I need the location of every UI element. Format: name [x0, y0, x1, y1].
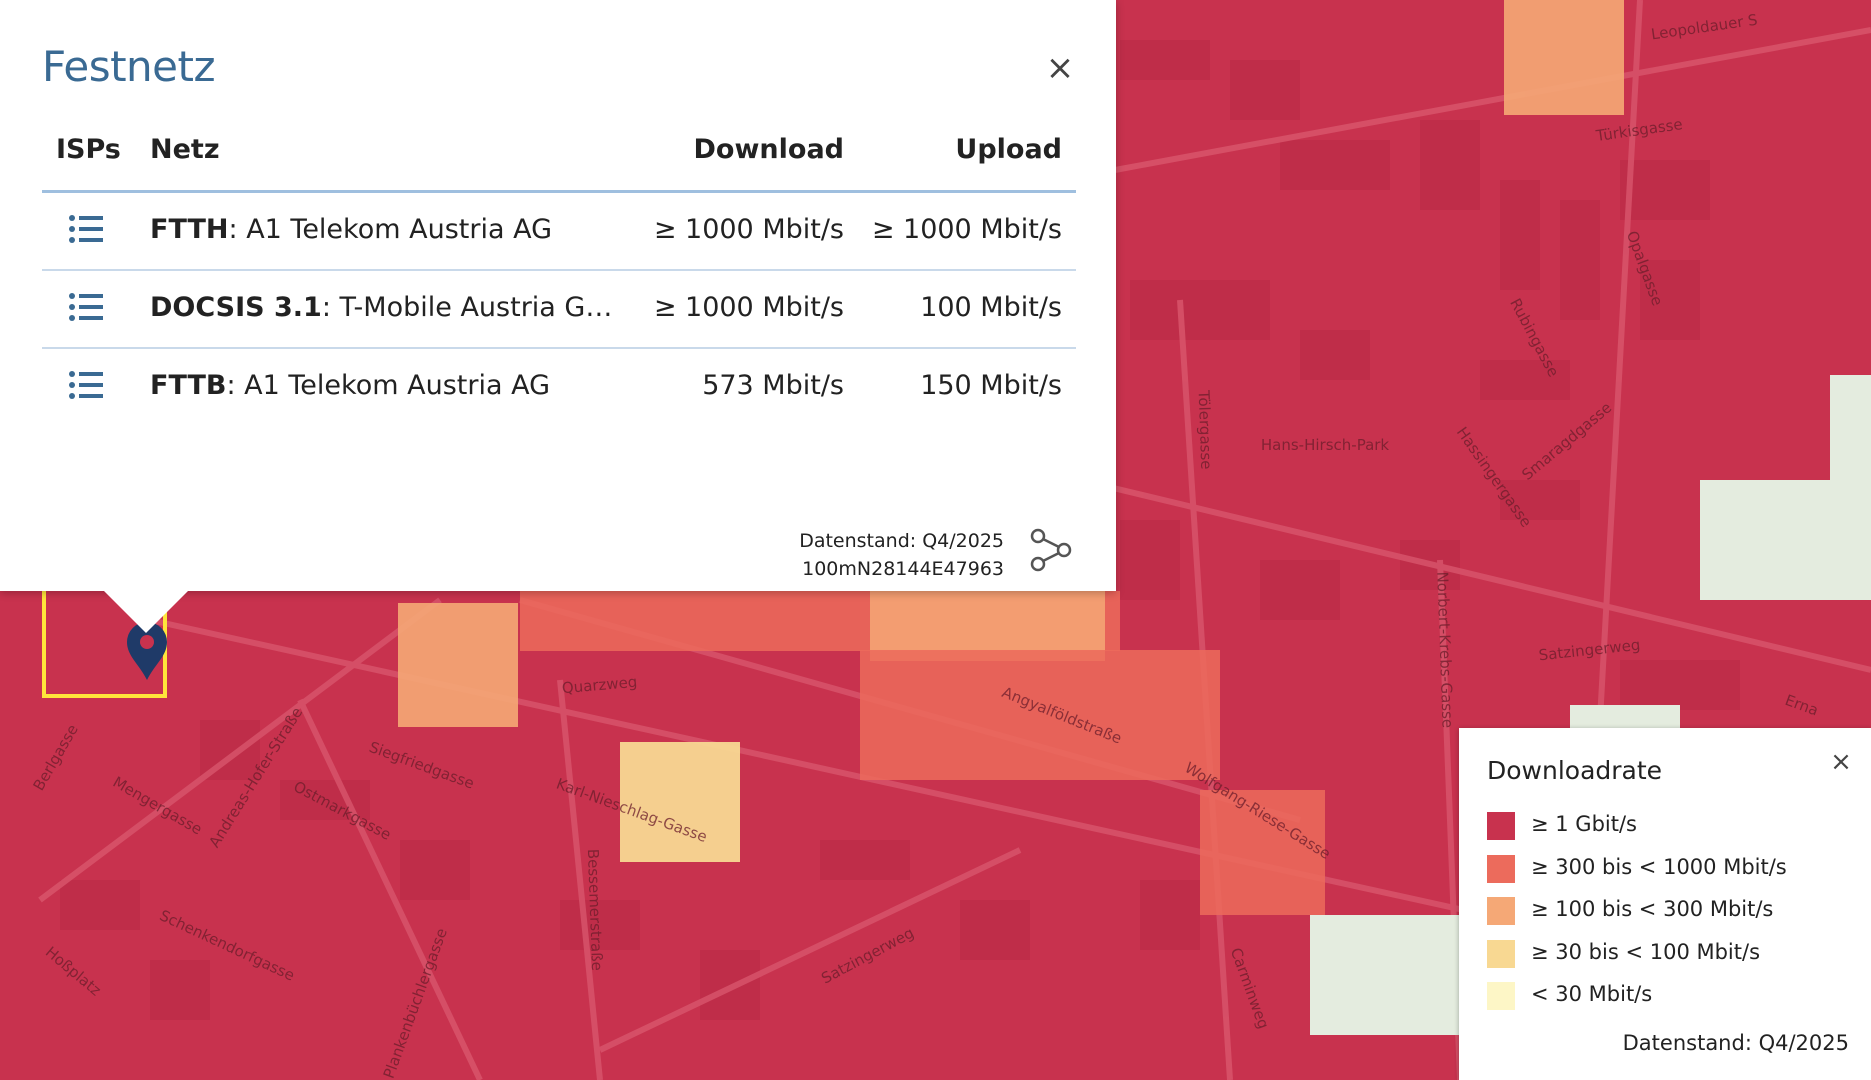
column-header-upload: Upload: [955, 134, 1062, 165]
table-row: DOCSIS 3.1: T-Mobile Austria Gm… ≥ 1000 …: [42, 271, 1076, 349]
upload-value: 100 Mbit/s: [920, 292, 1062, 323]
separator: :: [321, 292, 340, 323]
tile-100: [1504, 0, 1624, 115]
upload-value: ≥ 1000 Mbit/s: [871, 214, 1062, 245]
column-header-isps: ISPs: [56, 134, 121, 165]
legend-label: ≥ 1 Gbit/s: [1531, 812, 1637, 836]
upload-value: 150 Mbit/s: [920, 370, 1062, 401]
legend-swatch: [1487, 982, 1515, 1010]
provider-name: T-Mobile Austria Gm…: [339, 292, 630, 323]
festnetz-popup: Festnetz × ISPs Netz Download Upload FTT…: [0, 0, 1116, 591]
technology-label: FTTB: [150, 370, 227, 401]
table-row: FTTB: A1 Telekom Austria AG 573 Mbit/s 1…: [42, 349, 1076, 425]
tile-green: [1700, 480, 1871, 600]
network-cell: FTTB: A1 Telekom Austria AG: [150, 370, 550, 401]
legend-label: ≥ 100 bis < 300 Mbit/s: [1531, 897, 1774, 921]
close-icon[interactable]: ×: [1042, 50, 1078, 86]
download-value: ≥ 1000 Mbit/s: [653, 292, 844, 323]
legend-swatch: [1487, 897, 1515, 925]
column-header-download: Download: [693, 134, 844, 165]
close-icon[interactable]: ×: [1827, 748, 1855, 776]
data-date: Datenstand: Q4/2025: [799, 530, 1004, 552]
legend-swatch: [1487, 812, 1515, 840]
legend-label: < 30 Mbit/s: [1531, 982, 1653, 1006]
cell-id: 100mN28144E47963: [802, 558, 1004, 580]
download-value: ≥ 1000 Mbit/s: [653, 214, 844, 245]
network-cell: FTTH: A1 Telekom Austria AG: [150, 214, 552, 245]
isp-table: ISPs Netz Download Upload FTTH: A1 Telek…: [42, 120, 1076, 425]
street-label: Hans-Hirsch-Park: [1261, 436, 1390, 454]
column-header-netz: Netz: [150, 134, 220, 165]
tile-100: [398, 603, 518, 727]
separator: :: [228, 214, 247, 245]
download-value: 573 Mbit/s: [702, 370, 844, 401]
popup-footer: Datenstand: Q4/2025 100mN28144E47963: [799, 527, 1004, 583]
popup-title: Festnetz: [42, 42, 216, 91]
legend-title: Downloadrate: [1487, 756, 1663, 785]
legend-swatch: [1487, 939, 1515, 968]
isp-list-icon[interactable]: [68, 291, 104, 323]
legend-label: ≥ 30 bis < 100 Mbit/s: [1531, 939, 1761, 964]
tile-green: [1310, 915, 1459, 1035]
technology-label: DOCSIS 3.1: [150, 292, 322, 323]
legend-label: ≥ 300 bis < 1000 Mbit/s: [1531, 854, 1787, 879]
popup-pointer: [104, 591, 188, 633]
technology-label: FTTH: [150, 214, 229, 245]
legend-footer: Datenstand: Q4/2025: [1622, 1031, 1849, 1055]
legend-swatch: [1487, 854, 1515, 883]
separator: :: [226, 370, 245, 401]
share-icon[interactable]: [1028, 528, 1074, 574]
tile-green: [1830, 375, 1871, 485]
isp-list-icon[interactable]: [68, 213, 104, 245]
tile-green: [1570, 705, 1680, 730]
legend-panel: Downloadrate × ≥ 1 Gbit/s ≥ 300 bis < 10…: [1459, 728, 1871, 1080]
table-header: ISPs Netz Download Upload: [42, 120, 1076, 193]
network-cell: DOCSIS 3.1: T-Mobile Austria Gm…: [150, 292, 630, 323]
provider-name: A1 Telekom Austria AG: [246, 214, 553, 245]
isp-list-icon[interactable]: [68, 369, 104, 401]
street-label: Tölergasse: [1195, 389, 1216, 470]
table-row: FTTH: A1 Telekom Austria AG ≥ 1000 Mbit/…: [42, 193, 1076, 271]
provider-name: A1 Telekom Austria AG: [244, 370, 550, 401]
